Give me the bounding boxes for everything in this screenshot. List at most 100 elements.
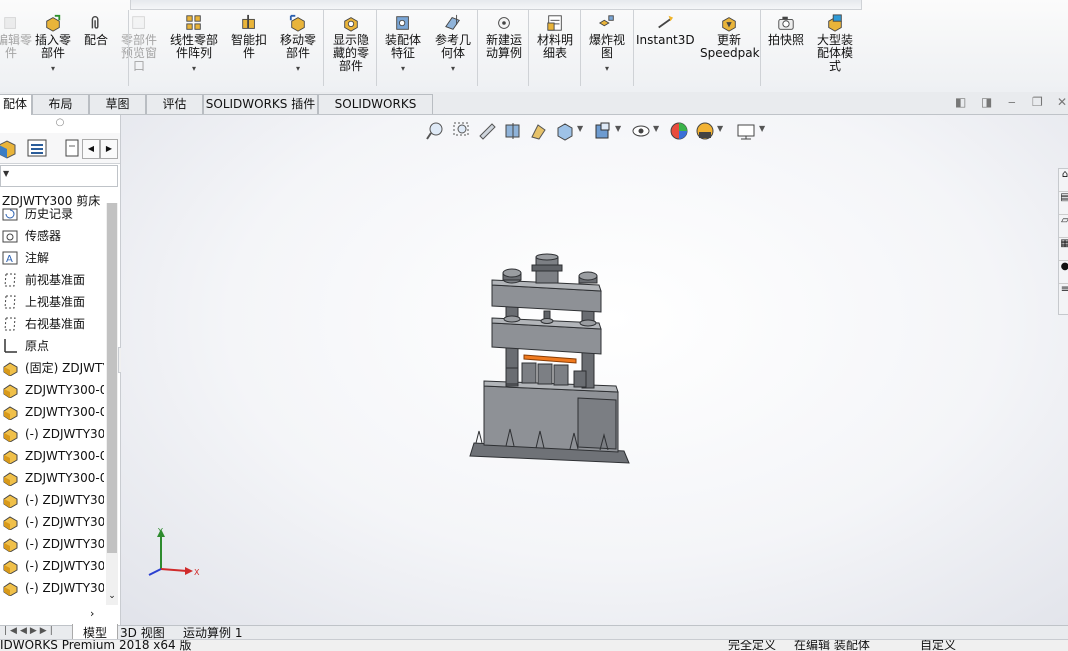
apply-scene-icon[interactable] bbox=[695, 121, 715, 141]
tree-item[interactable]: (-) ZDJWTY30 bbox=[0, 489, 104, 511]
dropdown-caret-icon[interactable]: ▾ bbox=[381, 62, 425, 75]
ref-geometry-button[interactable]: 参考几 何体 ▾ bbox=[431, 14, 475, 75]
large-assembly-button[interactable]: 大型装 配体模 式 bbox=[812, 14, 858, 73]
display-style-icon[interactable] bbox=[593, 121, 613, 141]
dynamic-annotation-icon[interactable] bbox=[529, 121, 549, 141]
snapshot-button[interactable]: 拍快照 bbox=[764, 14, 808, 47]
scroll-down-icon[interactable]: ⌄ bbox=[106, 591, 118, 605]
tree-scrollbar-thumb[interactable] bbox=[107, 203, 117, 553]
shear-machine-model[interactable] bbox=[466, 253, 636, 468]
tree-item[interactable]: ZDJWTY300-0 bbox=[0, 467, 104, 489]
appearances-icon[interactable]: ● bbox=[1059, 261, 1068, 284]
ribbon-separator bbox=[528, 10, 529, 86]
history-folder-icon bbox=[2, 208, 18, 221]
tree-item[interactable]: (-) ZDJWTY30 bbox=[0, 533, 104, 555]
tree-item[interactable]: A 注解 bbox=[0, 247, 104, 269]
smart-fastener-button[interactable]: 智能扣 件 bbox=[227, 14, 271, 60]
bom-button[interactable]: 材料明 细表 bbox=[533, 14, 577, 60]
tree-item[interactable]: 右视基准面 bbox=[0, 313, 104, 335]
filter-box[interactable]: ▼ bbox=[0, 165, 118, 187]
triad-x-arrow bbox=[185, 567, 193, 575]
tree-item[interactable]: ZDJWTY300-0 bbox=[0, 401, 104, 423]
view-settings-icon[interactable] bbox=[735, 121, 757, 141]
tree-scroll-right-icon[interactable]: › bbox=[90, 607, 94, 620]
tree-item[interactable]: 上视基准面 bbox=[0, 291, 104, 313]
tree-item[interactable]: (-) ZDJWTY30 bbox=[0, 511, 104, 533]
minimize-icon[interactable]: ‒ bbox=[1008, 95, 1016, 109]
cutting-blade bbox=[523, 354, 577, 364]
section-view-icon[interactable] bbox=[503, 121, 523, 141]
zoom-to-fit-icon[interactable] bbox=[425, 121, 445, 141]
tab-sketch[interactable]: 草图 bbox=[89, 94, 146, 114]
svg-text:A: A bbox=[6, 254, 13, 265]
dropdown-caret-icon[interactable]: ▾ bbox=[585, 62, 629, 75]
mate-button[interactable]: 配合 bbox=[80, 14, 112, 47]
dropdown-caret-icon[interactable]: ▼ bbox=[653, 124, 659, 133]
move-part-button[interactable]: 移动零 部件 ▾ bbox=[276, 14, 320, 75]
solidworks-resources-icon[interactable]: ⌂ bbox=[1059, 169, 1068, 192]
close-icon[interactable]: ✕ bbox=[1057, 95, 1067, 109]
speedpak-button[interactable]: 更新 Speedpak bbox=[700, 14, 760, 60]
tree-item[interactable]: (固定) ZDJWTY bbox=[0, 357, 104, 379]
motion-study-button[interactable]: 新建运 动算例 bbox=[482, 14, 526, 60]
design-library-icon[interactable]: ▤ bbox=[1059, 192, 1068, 215]
dropdown-caret-icon[interactable]: ▾ bbox=[30, 62, 76, 75]
tab-scroll-right-button[interactable]: ▶ bbox=[100, 139, 118, 159]
tree-item[interactable]: 历史记录 bbox=[0, 203, 104, 225]
view-palette-icon[interactable]: ▦ bbox=[1059, 238, 1068, 261]
insert-part-button[interactable]: 插入零 部件 ▾ bbox=[30, 14, 76, 75]
restore-icon[interactable]: ❐ bbox=[1032, 95, 1043, 109]
tree-item[interactable]: (-) ZDJWTY30 bbox=[0, 577, 104, 599]
tab-solidworks-mbd[interactable]: SOLIDWORKS MBD bbox=[318, 94, 433, 130]
tree-item[interactable]: 前视基准面 bbox=[0, 269, 104, 291]
tab-evaluate[interactable]: 评估 bbox=[146, 94, 203, 114]
previous-view-icon[interactable] bbox=[477, 121, 497, 141]
tab-layout[interactable]: 布局 bbox=[32, 94, 89, 114]
panel-grip-icon[interactable]: ○ bbox=[0, 115, 120, 131]
linear-pattern-button[interactable]: 线性零部 件阵列 ▾ bbox=[166, 14, 222, 75]
tile-right-icon[interactable]: ◨ bbox=[981, 95, 992, 109]
tab-nav-arrows-icon[interactable]: |◀◀▶▶| bbox=[4, 626, 56, 636]
dropdown-caret-icon[interactable]: ▾ bbox=[166, 62, 222, 75]
tab-scroll-left-button[interactable]: ◀ bbox=[82, 139, 100, 159]
dropdown-caret-icon[interactable]: ▾ bbox=[431, 62, 475, 75]
feature-manager-tab-icon[interactable] bbox=[0, 139, 18, 159]
tree-item[interactable]: (-) ZDJWTY30 bbox=[0, 423, 104, 445]
tree-item-label: 上视基准面 bbox=[25, 295, 86, 309]
rib bbox=[475, 430, 483, 444]
ribbon-button-label: 更新 Speedpak bbox=[700, 33, 760, 60]
tree-item[interactable]: ZDJWTY300-0 bbox=[0, 445, 104, 467]
edit-part-button[interactable]: 编辑零 件 bbox=[0, 14, 32, 60]
file-explorer-icon[interactable]: ▱ bbox=[1059, 215, 1068, 238]
tree-item[interactable]: (-) ZDJWTY30 bbox=[0, 555, 104, 577]
configuration-tab-icon[interactable] bbox=[64, 138, 80, 158]
graphics-area[interactable]: ▼ ▼ ▼ ▼ ▼ ⌂ ▤ ▱ ▦ ● ≡ Y X bbox=[121, 115, 1068, 625]
dropdown-caret-icon[interactable]: ▾ bbox=[276, 62, 320, 75]
custom-properties-icon[interactable]: ≡ bbox=[1059, 284, 1068, 306]
filter-dropdown-icon[interactable]: ▼ bbox=[3, 169, 9, 178]
tab-assembly[interactable]: 配体 bbox=[0, 94, 32, 115]
show-hidden-button[interactable]: 显示隐 藏的零 部件 bbox=[329, 14, 373, 73]
assembly-feature-button[interactable]: 装配体 特征 ▾ bbox=[381, 14, 425, 75]
tab-solidworks-addins[interactable]: SOLIDWORKS 插件 bbox=[203, 94, 318, 114]
hide-show-items-icon[interactable] bbox=[631, 121, 651, 141]
tree-item[interactable]: ZDJWTY300-0 bbox=[0, 379, 104, 401]
property-manager-tab-icon[interactable] bbox=[26, 138, 48, 158]
edit-appearance-icon[interactable] bbox=[669, 121, 689, 141]
view-orientation-icon[interactable] bbox=[555, 121, 575, 141]
dropdown-caret-icon[interactable]: ▼ bbox=[577, 124, 583, 133]
preview-button[interactable]: 零部件 预览窗 口 bbox=[116, 14, 162, 73]
dropdown-caret-icon[interactable]: ▼ bbox=[759, 124, 765, 133]
ribbon-button-label: 线性零部 件阵列 bbox=[169, 33, 218, 60]
explode-button[interactable]: 爆炸视 图 ▾ bbox=[585, 14, 629, 75]
tree-item[interactable]: 传感器 bbox=[0, 225, 104, 247]
tree-item[interactable]: 原点 bbox=[0, 335, 104, 357]
instant3d-button[interactable]: Instant3D bbox=[636, 14, 695, 47]
dropdown-caret-icon[interactable]: ▼ bbox=[717, 124, 723, 133]
tree-scrollbar[interactable]: ⌄ bbox=[106, 203, 118, 605]
tile-left-icon[interactable]: ◧ bbox=[955, 95, 966, 109]
dropdown-caret-icon[interactable]: ▼ bbox=[615, 124, 621, 133]
zoom-to-area-icon[interactable] bbox=[451, 121, 471, 141]
tree-item-label: ZDJWTY300-0 bbox=[25, 471, 104, 485]
status-units[interactable]: 自定义 bbox=[920, 640, 956, 651]
